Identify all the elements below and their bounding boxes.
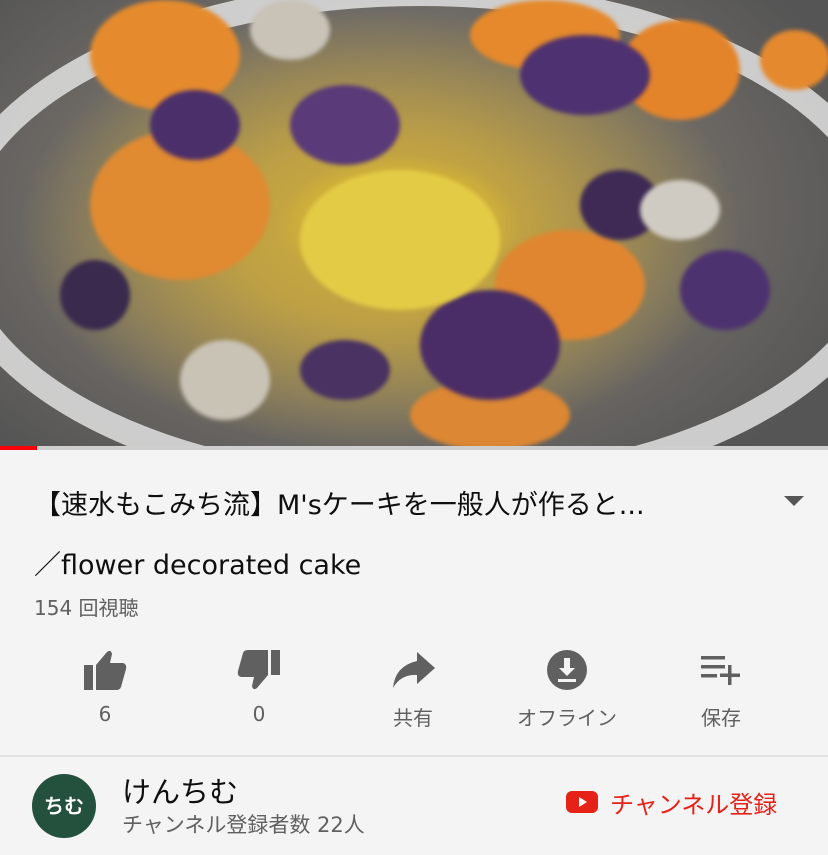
view-count: 154 回視聴 bbox=[34, 596, 139, 620]
dislike-count: 0 bbox=[252, 702, 266, 726]
thumbs-down-icon bbox=[237, 650, 280, 690]
share-label: 共有 bbox=[393, 706, 433, 730]
download-icon bbox=[547, 650, 587, 690]
subscribe-label: チャンネル登録 bbox=[610, 790, 778, 819]
avatar[interactable]: ちむ bbox=[32, 774, 96, 838]
dislike-button[interactable]: 0 bbox=[182, 640, 336, 740]
chevron-down-icon[interactable] bbox=[782, 494, 806, 508]
save-button[interactable]: 保存 bbox=[644, 640, 798, 740]
flower-orange bbox=[90, 0, 240, 110]
action-bar: 6 0 共有 オフライン 保存 bbox=[28, 640, 800, 740]
flower-yellow bbox=[300, 170, 500, 310]
flower-purple bbox=[290, 85, 400, 165]
flower-purple bbox=[300, 340, 390, 400]
channel-name[interactable]: けんちむ bbox=[122, 769, 238, 811]
flower-white bbox=[640, 180, 720, 240]
subscriber-count: チャンネル登録者数 22人 bbox=[122, 813, 365, 837]
flower-purple bbox=[420, 290, 560, 400]
video-title-line-2: ／flower decorated cake bbox=[34, 550, 362, 581]
flower-white bbox=[180, 340, 270, 420]
flower-purple bbox=[680, 250, 770, 330]
flower-orange bbox=[760, 30, 828, 90]
youtube-logo-icon bbox=[566, 791, 598, 813]
download-button[interactable]: オフライン bbox=[490, 640, 644, 740]
share-button[interactable]: 共有 bbox=[336, 640, 490, 740]
channel-row: ちむ けんちむ チャンネル登録者数 22人 チャンネル登録 bbox=[0, 757, 828, 855]
video-title-line-1: 【速水もこみち流】M'sケーキを一般人が作ると... bbox=[34, 490, 645, 521]
video-player[interactable] bbox=[0, 0, 828, 446]
flower-purple bbox=[520, 35, 650, 115]
flower-purple bbox=[150, 90, 240, 160]
progress-bar-fill bbox=[0, 446, 38, 450]
like-button[interactable]: 6 bbox=[28, 640, 182, 740]
save-to-playlist-icon bbox=[701, 656, 740, 685]
save-label: 保存 bbox=[701, 706, 741, 730]
like-count: 6 bbox=[98, 702, 112, 726]
share-icon bbox=[393, 652, 435, 688]
download-label: オフライン bbox=[517, 706, 617, 730]
thumbs-up-icon bbox=[84, 650, 127, 690]
subscribe-button[interactable]: チャンネル登録 bbox=[566, 785, 777, 819]
video-title[interactable]: 【速水もこみち流】M'sケーキを一般人が作ると... ／flower decor… bbox=[34, 476, 774, 596]
flower-white bbox=[250, 0, 330, 60]
flower-purple bbox=[60, 260, 130, 330]
progress-bar[interactable] bbox=[0, 446, 828, 450]
